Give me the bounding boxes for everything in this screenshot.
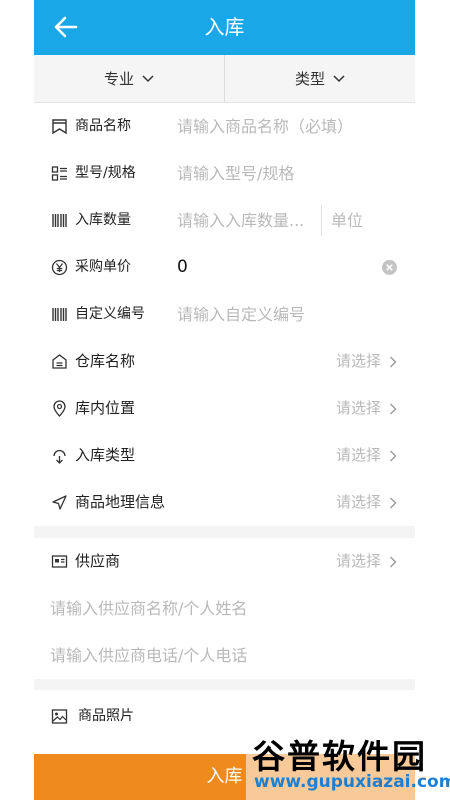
geo-info-label: 商品地理信息: [75, 493, 166, 511]
barcode-icon: [52, 308, 67, 321]
barcode-icon: [52, 214, 67, 227]
location-select[interactable]: 请选择: [336, 385, 397, 432]
unit-price-input[interactable]: 0: [177, 244, 188, 291]
type-filter-label: 类型: [294, 70, 325, 88]
quantity-row[interactable]: 入库数量 请输入入库数量... 单位: [34, 197, 415, 245]
stock-type-select[interactable]: 请选择: [336, 432, 397, 479]
stock-type-row[interactable]: 入库类型 请选择: [34, 432, 415, 480]
supplier-select-text: 请选择: [335, 552, 381, 570]
chevron-right-icon: [390, 556, 397, 567]
quantity-input[interactable]: 请输入入库数量...: [177, 197, 304, 244]
warehouse-row[interactable]: 仓库名称 请选择: [34, 338, 415, 386]
supplier-label: 供应商: [75, 552, 121, 570]
yen-icon: [51, 259, 68, 276]
major-filter[interactable]: 专业: [34, 55, 224, 102]
model-input[interactable]: 请输入型号/规格: [177, 150, 294, 197]
warehouse-icon: [52, 354, 67, 369]
model-row[interactable]: 型号/规格 请输入型号/规格: [34, 150, 415, 198]
id-card-icon: [51, 555, 68, 568]
stock-type-label: 入库类型: [75, 446, 136, 464]
quantity-divider: [321, 205, 322, 236]
unit-price-row[interactable]: 采购单价 0: [34, 244, 415, 292]
location-pin-icon: [53, 400, 66, 417]
page-title: 入库: [204, 15, 245, 39]
location-select-text: 请选择: [335, 399, 381, 417]
clear-icon[interactable]: [382, 260, 397, 275]
filter-bar: 专业 类型: [34, 55, 415, 103]
geo-info-select-text: 请选择: [335, 493, 381, 511]
inbound-page: 入库 专业 类型 商品名称 请输入商品名称（必填） 型号/规格 请输入型号/规格…: [34, 0, 415, 800]
custom-code-label: 自定义编号: [75, 306, 145, 322]
stock-type-select-text: 请选择: [335, 446, 381, 464]
navigation-icon: [52, 495, 67, 510]
chevron-right-icon: [390, 497, 397, 508]
unit-price-label: 采购单价: [75, 259, 131, 275]
custom-code-input[interactable]: 请输入自定义编号: [177, 291, 305, 338]
geo-info-row[interactable]: 商品地理信息 请选择: [34, 479, 415, 527]
type-filter[interactable]: 类型: [225, 55, 415, 102]
chevron-down-icon: [333, 74, 345, 82]
location-row[interactable]: 库内位置 请选择: [34, 385, 415, 433]
supplier-select[interactable]: 请选择: [336, 538, 397, 585]
list-icon: [51, 166, 67, 181]
warehouse-label: 仓库名称: [75, 352, 136, 370]
model-label: 型号/规格: [75, 165, 136, 181]
warehouse-select[interactable]: 请选择: [336, 338, 397, 385]
product-photo-label: 商品照片: [78, 708, 134, 724]
warehouse-select-text: 请选择: [335, 352, 381, 370]
unit-input[interactable]: 单位: [331, 197, 363, 244]
product-name-row[interactable]: 商品名称 请输入商品名称（必填）: [34, 103, 415, 151]
chevron-right-icon: [390, 356, 397, 367]
supplier-name-input[interactable]: 请输入供应商名称/个人姓名: [50, 585, 247, 632]
bookmark-icon: [52, 119, 67, 135]
watermark-url: www.gupuxiazai.com: [254, 772, 450, 792]
quantity-label: 入库数量: [75, 212, 131, 228]
watermark-brand: 谷普软件园: [252, 737, 427, 776]
chevron-right-icon: [390, 403, 397, 414]
supplier-phone-row[interactable]: 请输入供应商电话/个人电话: [34, 632, 415, 680]
chevron-down-icon: [142, 74, 154, 82]
chevron-right-icon: [390, 450, 397, 461]
product-name-label: 商品名称: [75, 118, 131, 134]
geo-info-select[interactable]: 请选择: [336, 479, 397, 526]
watermark: 谷普软件园 www.gupuxiazai.com: [246, 728, 450, 800]
section-gap: [34, 679, 415, 690]
supplier-phone-input[interactable]: 请输入供应商电话/个人电话: [50, 632, 247, 679]
major-filter-label: 专业: [103, 70, 134, 88]
inbox-icon: [53, 449, 66, 464]
location-label: 库内位置: [75, 399, 136, 417]
image-icon: [51, 709, 68, 724]
header-bar: 入库: [34, 0, 415, 55]
supplier-name-row[interactable]: 请输入供应商名称/个人姓名: [34, 585, 415, 633]
section-gap: [34, 526, 415, 538]
product-name-input[interactable]: 请输入商品名称（必填）: [177, 103, 353, 150]
supplier-row[interactable]: 供应商 请选择: [34, 538, 415, 586]
custom-code-row[interactable]: 自定义编号 请输入自定义编号: [34, 291, 415, 339]
